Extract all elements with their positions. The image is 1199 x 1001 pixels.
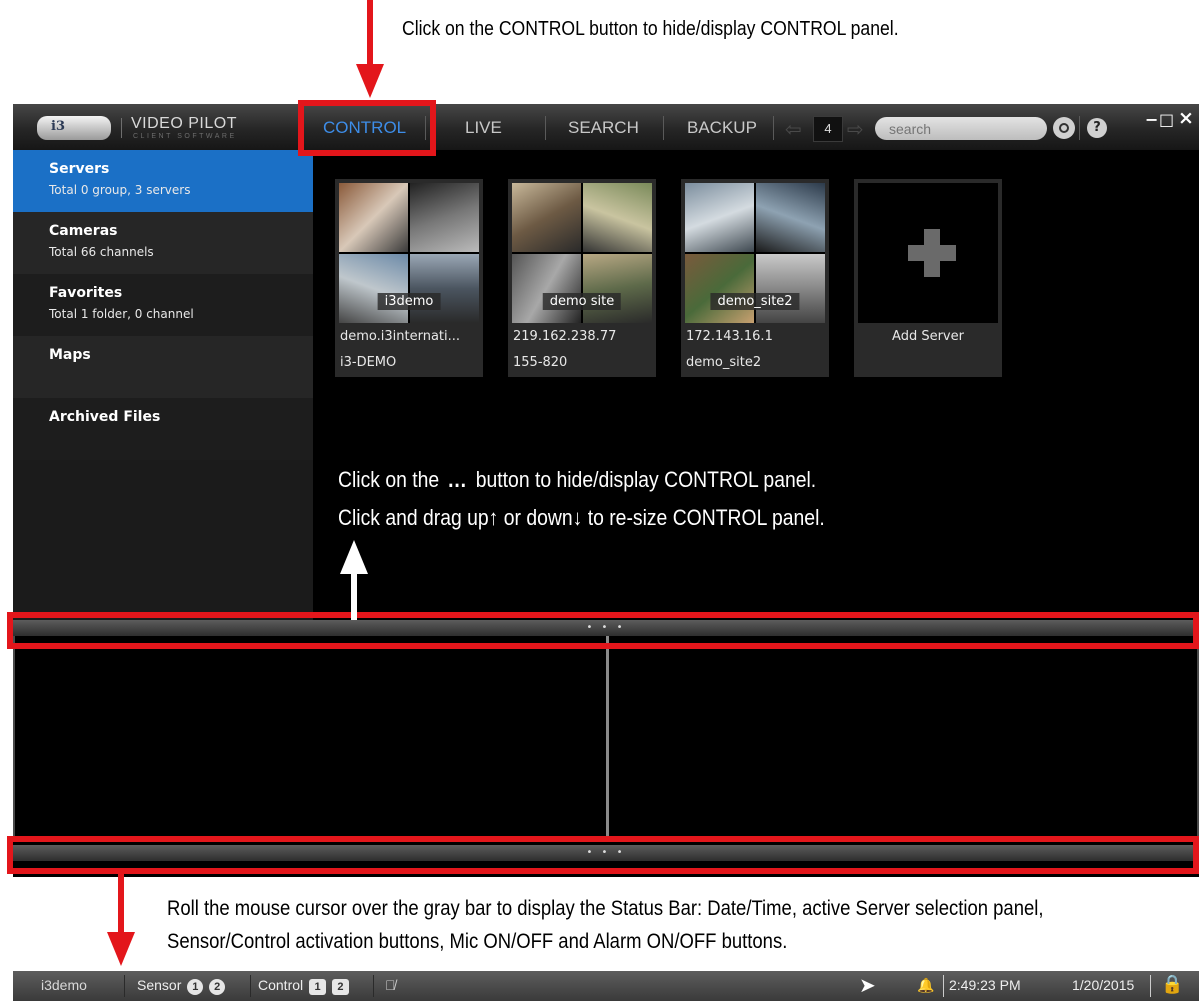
sidebar-item-cameras[interactable]: Cameras Total 66 channels <box>13 212 313 274</box>
tab-divider <box>545 116 546 140</box>
control-button-2[interactable]: 2 <box>331 979 349 995</box>
status-divider <box>1150 975 1151 997</box>
sidebar-item-servers[interactable]: Servers Total 0 group, 3 servers <box>13 150 313 212</box>
control-button-1[interactable]: 1 <box>309 979 327 995</box>
sensor-button-2[interactable]: 2 <box>209 979 226 995</box>
page-number: 4 <box>813 116 843 142</box>
server-tile[interactable]: demo site 219.162.238.77 155-820 <box>508 179 656 377</box>
annotation-arrow-head-bottom <box>107 932 135 966</box>
sidebar-item-archived-files[interactable]: Archived Files <box>13 398 313 460</box>
add-server-label: Add Server <box>892 329 964 344</box>
highlight-bottom-splitter <box>7 836 1199 874</box>
server-address: demo.i3internati... <box>340 329 461 344</box>
status-time: 2:49:23 PM <box>949 977 1021 993</box>
sensor-button-1[interactable]: 1 <box>187 979 204 995</box>
server-address: 172.143.16.1 <box>686 329 773 344</box>
status-date: 1/20/2015 <box>1072 977 1135 993</box>
server-name: demo_site2 <box>686 355 762 370</box>
status-divider <box>124 975 125 997</box>
search-input[interactable] <box>875 117 1047 140</box>
annotation-top: Click on the CONTROL button to hide/disp… <box>402 18 899 40</box>
annotation-arrow-stem-up <box>351 572 357 620</box>
highlight-control-tab <box>298 100 436 156</box>
toolbar-divider <box>1079 116 1080 140</box>
plus-icon <box>924 229 940 277</box>
i3-logo: i3 <box>37 116 111 140</box>
video-area <box>13 636 1199 841</box>
annotation-mid-line1: Click on the ... button to hide/display … <box>338 467 817 492</box>
app-title: VIDEO PILOT <box>131 115 237 132</box>
control-controls: Control 1 2 <box>258 977 349 995</box>
help-icon[interactable]: ? <box>1087 118 1107 138</box>
annotation-arrow-head-up <box>340 540 368 574</box>
annotation-bottom-line1: Roll the mouse cursor over the gray bar … <box>167 897 1044 920</box>
highlight-top-splitter <box>7 612 1199 649</box>
control-sidebar: Servers Total 0 group, 3 servers Cameras… <box>13 150 313 620</box>
app-subtitle: CLIENT SOFTWARE <box>133 133 237 140</box>
server-name: 155-820 <box>513 355 568 370</box>
server-thumb-label: i3demo <box>377 293 441 310</box>
record-icon[interactable] <box>1053 117 1075 139</box>
annotation-arrow-head-top <box>356 64 384 98</box>
annotation-arrow-stem-bottom <box>118 872 124 934</box>
title-bar: i3 VIDEO PILOT CLIENT SOFTWARE CONTROL L… <box>13 104 1199 150</box>
minimize-button[interactable]: − <box>1145 110 1158 129</box>
status-server[interactable]: i3demo <box>41 977 87 993</box>
status-divider <box>373 975 374 997</box>
sensor-controls: Sensor 1 2 <box>137 977 226 995</box>
tab-divider <box>773 116 774 140</box>
lock-icon[interactable]: 🔒 <box>1161 974 1183 995</box>
video-divider <box>606 636 609 841</box>
status-bar: i3demo Sensor 1 2 Control 1 2 🎙̸ ➤ 🔔 2:4… <box>13 971 1199 1001</box>
server-thumb-label: demo_site2 <box>710 293 800 310</box>
annotation-mid-line2: Click and drag up↑ or down↓ to re-size C… <box>338 505 825 530</box>
sidebar-item-favorites[interactable]: Favorites Total 1 folder, 0 channel <box>13 274 313 336</box>
tab-divider <box>663 116 664 140</box>
server-tile[interactable]: demo_site2 172.143.16.1 demo_site2 <box>681 179 829 377</box>
logo-divider <box>121 118 122 138</box>
annotation-arrow-stem-top <box>367 0 373 66</box>
close-button[interactable]: × <box>1178 107 1194 129</box>
maximize-button[interactable]: □ <box>1159 110 1174 129</box>
alarm-icon[interactable]: 🔔 <box>917 977 934 994</box>
sidebar-item-maps[interactable]: Maps <box>13 336 313 398</box>
servers-panel: i3demo demo.i3internati... i3-DEMO demo … <box>313 150 1199 620</box>
server-thumb-label: demo site <box>542 293 622 310</box>
mic-off-icon[interactable]: 🎙̸ <box>385 977 396 993</box>
cursor-icon: ➤ <box>859 975 876 997</box>
annotation-bottom-line2: Sensor/Control activation buttons, Mic O… <box>167 930 788 953</box>
status-divider <box>250 975 251 997</box>
status-divider <box>943 975 944 997</box>
tab-live[interactable]: LIVE <box>465 118 502 138</box>
add-server-box <box>858 183 998 323</box>
next-page-icon[interactable]: ⇨ <box>847 117 864 141</box>
server-tile[interactable]: i3demo demo.i3internati... i3-DEMO <box>335 179 483 377</box>
server-name: i3-DEMO <box>340 355 397 370</box>
prev-page-icon[interactable]: ⇦ <box>785 117 802 141</box>
server-address: 219.162.238.77 <box>513 329 617 344</box>
tab-search[interactable]: SEARCH <box>568 118 639 138</box>
add-server-tile[interactable]: Add Server <box>854 179 1002 377</box>
tab-backup[interactable]: BACKUP <box>687 118 757 138</box>
